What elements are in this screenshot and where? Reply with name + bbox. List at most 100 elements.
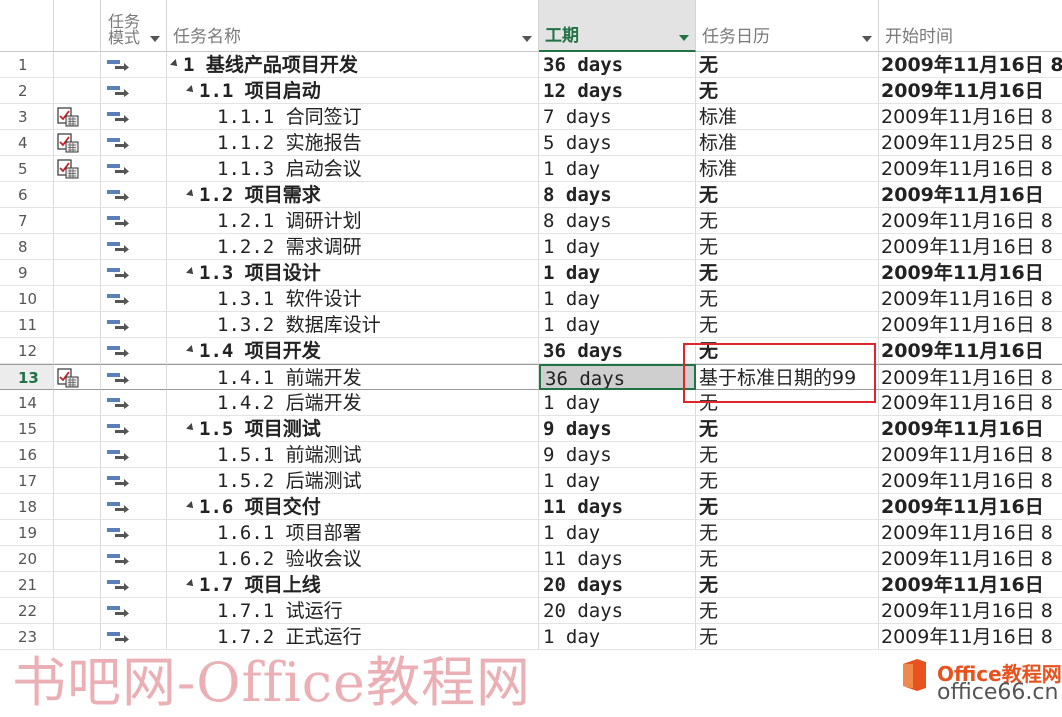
task-mode-cell[interactable]: [101, 312, 167, 338]
duration-cell[interactable]: 36 days: [539, 52, 696, 78]
start-cell[interactable]: 2009年11月16日: [879, 494, 1062, 520]
calendar-note-icon[interactable]: [57, 368, 79, 388]
start-cell[interactable]: 2009年11月16日: [879, 260, 1062, 286]
table-row[interactable]: 18 1.6 项目交付 11 days 无 2009年11月16日: [0, 494, 1062, 520]
chevron-down-icon[interactable]: [679, 35, 689, 41]
task-mode-cell[interactable]: [101, 520, 167, 546]
row-number[interactable]: 7: [0, 208, 54, 234]
task-calendar-cell[interactable]: 无: [696, 442, 879, 468]
row-number[interactable]: 13: [0, 364, 54, 390]
duration-cell[interactable]: 1 day: [539, 260, 696, 286]
task-mode-cell[interactable]: [101, 156, 167, 182]
start-cell[interactable]: 2009年11月16日 8: [879, 156, 1062, 182]
collapse-triangle-icon[interactable]: [186, 345, 196, 355]
task-mode-cell[interactable]: [101, 338, 167, 364]
task-name-cell[interactable]: 1.7.1 试运行: [167, 598, 539, 624]
table-row[interactable]: 19 1.6.1 项目部署 1 day 无 2009年11月16日 8: [0, 520, 1062, 546]
table-row[interactable]: 7 1.2.1 调研计划 8 days 无 2009年11月16日 8: [0, 208, 1062, 234]
task-mode-header[interactable]: 任务 模式: [101, 0, 167, 52]
task-calendar-cell[interactable]: 无: [696, 520, 879, 546]
task-mode-cell[interactable]: [101, 468, 167, 494]
duration-cell[interactable]: 1 day: [539, 624, 696, 650]
row-number[interactable]: 3: [0, 104, 54, 130]
task-name-cell[interactable]: 1.4 项目开发: [167, 338, 539, 364]
collapse-triangle-icon[interactable]: [186, 189, 196, 199]
task-mode-cell[interactable]: [101, 494, 167, 520]
duration-cell[interactable]: 20 days: [539, 598, 696, 624]
task-calendar-cell[interactable]: 标准: [696, 130, 879, 156]
table-row[interactable]: 5 1.1.3 启动会议 1 day 标准 2009年11月16日 8: [0, 156, 1062, 182]
table-row[interactable]: 6 1.2 项目需求 8 days 无 2009年11月16日: [0, 182, 1062, 208]
task-name-cell[interactable]: 1.3 项目设计: [167, 260, 539, 286]
task-name-cell[interactable]: 1.6 项目交付: [167, 494, 539, 520]
start-cell[interactable]: 2009年11月16日 8: [879, 208, 1062, 234]
task-name-cell[interactable]: 1.1 项目启动: [167, 78, 539, 104]
duration-cell[interactable]: 7 days: [539, 104, 696, 130]
task-calendar-cell[interactable]: 无: [696, 416, 879, 442]
task-calendar-cell[interactable]: 无: [696, 598, 879, 624]
task-name-cell[interactable]: 1.6.1 项目部署: [167, 520, 539, 546]
start-cell[interactable]: 2009年11月16日 8: [879, 234, 1062, 260]
duration-cell[interactable]: 12 days: [539, 78, 696, 104]
task-mode-cell[interactable]: [101, 260, 167, 286]
task-name-cell[interactable]: 1.5.1 前端测试: [167, 442, 539, 468]
duration-cell[interactable]: 11 days: [539, 546, 696, 572]
task-name-cell[interactable]: 1.3.2 数据库设计: [167, 312, 539, 338]
duration-cell[interactable]: 9 days: [539, 416, 696, 442]
row-number[interactable]: 4: [0, 130, 54, 156]
row-number[interactable]: 22: [0, 598, 54, 624]
duration-cell[interactable]: 1 day: [539, 234, 696, 260]
duration-cell[interactable]: 5 days: [539, 130, 696, 156]
row-number[interactable]: 8: [0, 234, 54, 260]
start-cell[interactable]: 2009年11月16日 8: [879, 598, 1062, 624]
row-number[interactable]: 19: [0, 520, 54, 546]
calendar-note-icon[interactable]: [57, 133, 79, 153]
start-cell[interactable]: 2009年11月16日 8: [879, 52, 1062, 78]
task-mode-cell[interactable]: [101, 598, 167, 624]
table-row[interactable]: 20 1.6.2 验收会议 11 days 无 2009年11月16日 8: [0, 546, 1062, 572]
task-calendar-cell[interactable]: 无: [696, 286, 879, 312]
start-cell[interactable]: 2009年11月16日 8: [879, 520, 1062, 546]
table-row[interactable]: 10 1.3.1 软件设计 1 day 无 2009年11月16日 8: [0, 286, 1062, 312]
task-mode-cell[interactable]: [101, 52, 167, 78]
task-mode-cell[interactable]: [101, 442, 167, 468]
table-row[interactable]: 3 1.1.1 合同签订 7 days 标准 2009年11月16日 8: [0, 104, 1062, 130]
row-number[interactable]: 6: [0, 182, 54, 208]
task-calendar-cell[interactable]: 无: [696, 546, 879, 572]
table-row[interactable]: 1 1 基线产品项目开发 36 days 无 2009年11月16日 8: [0, 52, 1062, 78]
task-calendar-cell[interactable]: 无: [696, 234, 879, 260]
row-number[interactable]: 11: [0, 312, 54, 338]
task-mode-cell[interactable]: [101, 78, 167, 104]
task-name-cell[interactable]: 1.4.2 后端开发: [167, 390, 539, 416]
calendar-note-icon[interactable]: [57, 159, 79, 179]
task-name-cell[interactable]: 1.5.2 后端测试: [167, 468, 539, 494]
task-name-cell[interactable]: 1.6.2 验收会议: [167, 546, 539, 572]
task-calendar-cell[interactable]: 无: [696, 78, 879, 104]
task-calendar-cell[interactable]: 无: [696, 494, 879, 520]
collapse-triangle-icon[interactable]: [186, 501, 196, 511]
chevron-down-icon[interactable]: [522, 36, 532, 42]
task-mode-cell[interactable]: [101, 286, 167, 312]
table-row[interactable]: 11 1.3.2 数据库设计 1 day 无 2009年11月16日 8: [0, 312, 1062, 338]
task-calendar-header[interactable]: 任务日历: [696, 0, 879, 52]
calendar-note-icon[interactable]: [57, 107, 79, 127]
row-number[interactable]: 2: [0, 78, 54, 104]
collapse-triangle-icon[interactable]: [186, 85, 196, 95]
row-number[interactable]: 12: [0, 338, 54, 364]
row-number[interactable]: 18: [0, 494, 54, 520]
task-mode-cell[interactable]: [101, 390, 167, 416]
row-number[interactable]: 16: [0, 442, 54, 468]
table-row[interactable]: 22 1.7.1 试运行 20 days 无 2009年11月16日 8: [0, 598, 1062, 624]
task-mode-cell[interactable]: [101, 234, 167, 260]
task-mode-cell[interactable]: [101, 416, 167, 442]
row-number[interactable]: 5: [0, 156, 54, 182]
indicators-header[interactable]: i: [54, 0, 142, 52]
table-row[interactable]: 16 1.5.1 前端测试 9 days 无 2009年11月16日 8: [0, 442, 1062, 468]
task-name-cell[interactable]: 1.2.2 需求调研: [167, 234, 539, 260]
row-number[interactable]: 14: [0, 390, 54, 416]
table-row[interactable]: 13 1.4.1 前端开发 36 days 基于标准日期的99 2009年11月16日 …: [0, 364, 1062, 390]
task-name-cell[interactable]: 1.4.1 前端开发: [167, 364, 539, 390]
duration-cell[interactable]: 9 days: [539, 442, 696, 468]
duration-cell[interactable]: 1 day: [539, 468, 696, 494]
table-row[interactable]: 12 1.4 项目开发 36 days 无 2009年11月16日: [0, 338, 1062, 364]
